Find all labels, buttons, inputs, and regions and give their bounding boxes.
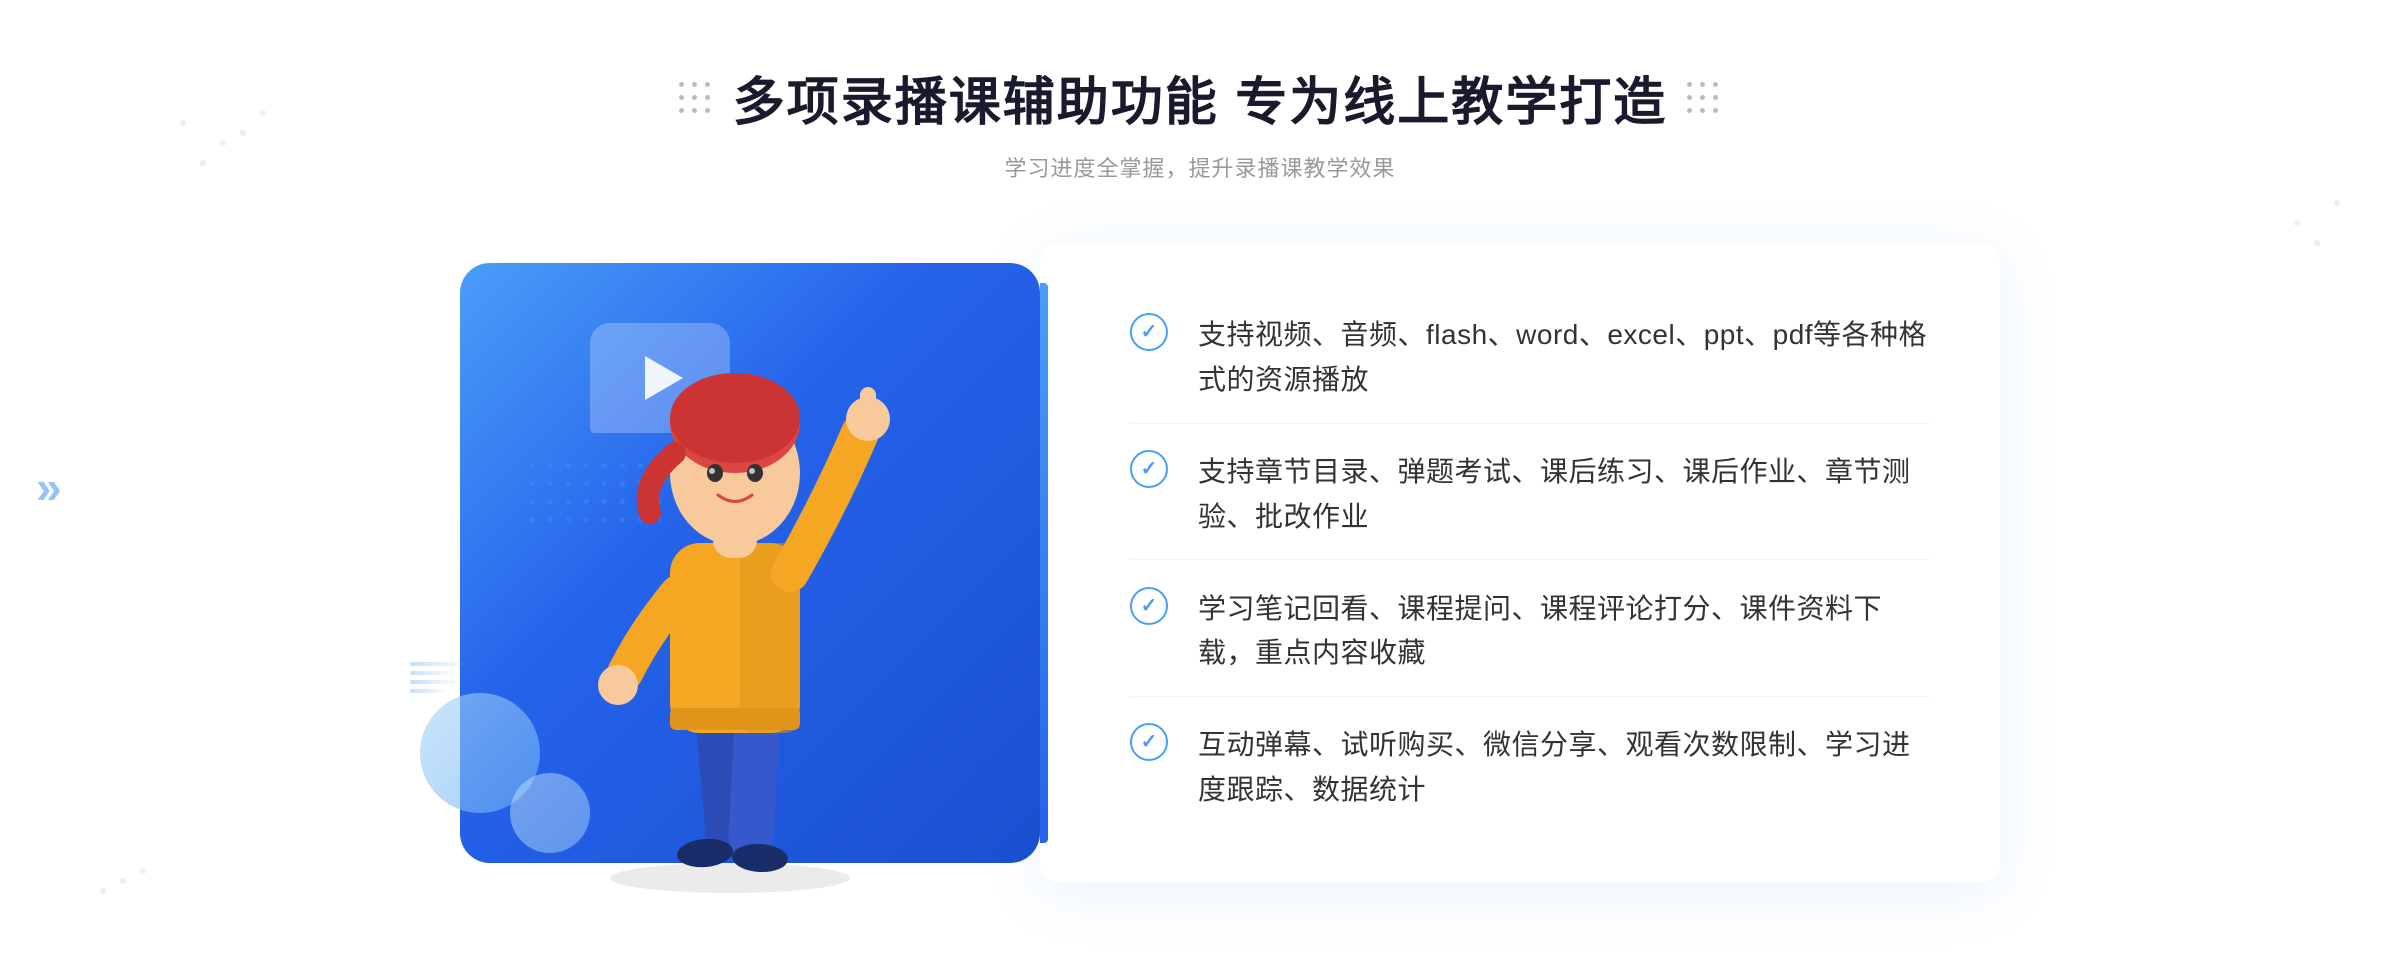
check-mark-3: ✓ xyxy=(1141,596,1158,616)
check-mark-2: ✓ xyxy=(1141,459,1158,479)
check-icon-4: ✓ xyxy=(1130,723,1168,761)
feature-text-3: 学习笔记回看、课程提问、课程评论打分、课件资料下载，重点内容收藏 xyxy=(1198,587,1930,677)
page-subtitle: 学习进度全掌握，提升录播课教学效果 xyxy=(1004,151,1395,183)
page-container: » 多项录播课辅助功能 专为线上教学打造 学习进度全掌握，提升录播课教学效果 xyxy=(0,0,2400,974)
features-panel: ✓ 支持视频、音频、flash、word、excel、ppt、pdf等各种格式的… xyxy=(1040,243,2000,883)
feature-item-1: ✓ 支持视频、音频、flash、word、excel、ppt、pdf等各种格式的… xyxy=(1130,293,1930,424)
check-icon-2: ✓ xyxy=(1130,450,1168,488)
feature-text-1: 支持视频、音频、flash、word、excel、ppt、pdf等各种格式的资源… xyxy=(1198,313,1930,403)
title-dots-left xyxy=(679,82,713,113)
feature-item-4: ✓ 互动弹幕、试听购买、微信分享、观看次数限制、学习进度跟踪、数据统计 xyxy=(1130,703,1930,833)
check-icon-3: ✓ xyxy=(1130,587,1168,625)
feature-item-2: ✓ 支持章节目录、弹题考试、课后练习、课后作业、章节测验、批改作业 xyxy=(1130,430,1930,561)
content-area: ✓ 支持视频、音频、flash、word、excel、ppt、pdf等各种格式的… xyxy=(400,233,2000,893)
page-title: 多项录播课辅助功能 专为线上教学打造 xyxy=(733,60,1667,135)
title-row: 多项录播课辅助功能 专为线上教学打造 xyxy=(679,60,1721,135)
lines-decoration xyxy=(410,662,470,693)
illustration-container xyxy=(400,233,1080,893)
feature-text-4: 互动弹幕、试听购买、微信分享、观看次数限制、学习进度跟踪、数据统计 xyxy=(1198,723,1930,813)
outer-chevron-icon: » xyxy=(36,460,62,514)
check-icon-1: ✓ xyxy=(1130,313,1168,351)
feature-text-2: 支持章节目录、弹题考试、课后练习、课后作业、章节测验、批改作业 xyxy=(1198,450,1930,540)
header-section: 多项录播课辅助功能 专为线上教学打造 学习进度全掌握，提升录播课教学效果 xyxy=(679,60,1721,183)
check-mark-4: ✓ xyxy=(1141,732,1158,752)
title-dots-right xyxy=(1687,82,1721,113)
feature-item-3: ✓ 学习笔记回看、课程提问、课程评论打分、课件资料下载，重点内容收藏 xyxy=(1130,567,1930,698)
character-figure xyxy=(550,343,930,893)
check-mark-1: ✓ xyxy=(1141,322,1158,342)
